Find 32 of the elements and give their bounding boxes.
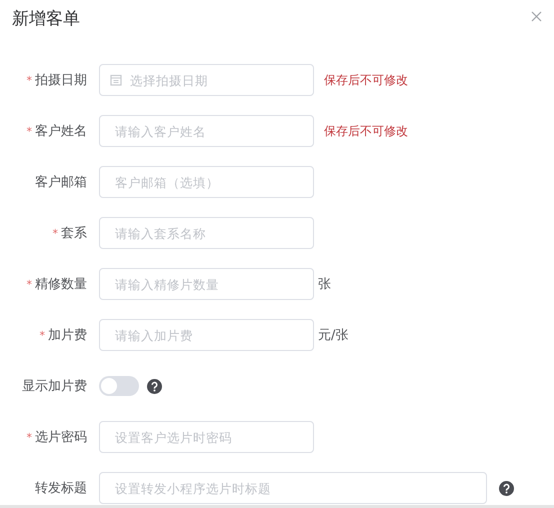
required-mark: * <box>26 430 32 444</box>
field-label: 选片密码 <box>35 429 87 446</box>
help-icon[interactable] <box>147 378 162 394</box>
field-label: 套系 <box>61 225 87 242</box>
field-label: 精修数量 <box>35 276 87 293</box>
required-mark: * <box>26 278 32 290</box>
input-field[interactable]: 设置转发小程序选片时标题 <box>99 472 487 504</box>
field-label: 转发标题 <box>35 480 87 497</box>
required-mark: * <box>52 226 58 240</box>
field-label: 显示加片费 <box>22 378 87 395</box>
input-field[interactable]: 请输入套系名称 <box>99 217 314 249</box>
calendar-icon <box>110 74 122 86</box>
required-mark: * <box>26 124 32 138</box>
input-field[interactable]: 请输入客户姓名 <box>99 115 314 147</box>
field-label: 客户姓名 <box>35 123 87 140</box>
input-field[interactable]: 客户邮箱（选填） <box>99 166 314 198</box>
field-label: 拍摄日期 <box>35 72 87 89</box>
unit-label: 张 <box>318 276 331 293</box>
input-field[interactable]: 请输入加片费 <box>99 319 314 351</box>
unit-label: 元/张 <box>318 327 348 344</box>
field-note: 保存后不可修改 <box>324 72 408 88</box>
field-label: 加片费 <box>48 327 87 344</box>
input-field[interactable]: 请输入精修片数量 <box>99 268 314 300</box>
required-mark: * <box>40 328 45 342</box>
field-label: 客户邮箱 <box>35 174 87 191</box>
date-field[interactable]: 选择拍摄日期 <box>99 64 314 96</box>
required-mark: * <box>26 74 32 86</box>
dialog-title: 新增客单 <box>12 8 80 30</box>
field-note: 保存后不可修改 <box>324 122 408 140</box>
help-icon[interactable] <box>499 480 514 496</box>
input-field[interactable]: 设置客户选片时密码 <box>99 421 314 453</box>
toggle-switch[interactable] <box>99 376 139 396</box>
